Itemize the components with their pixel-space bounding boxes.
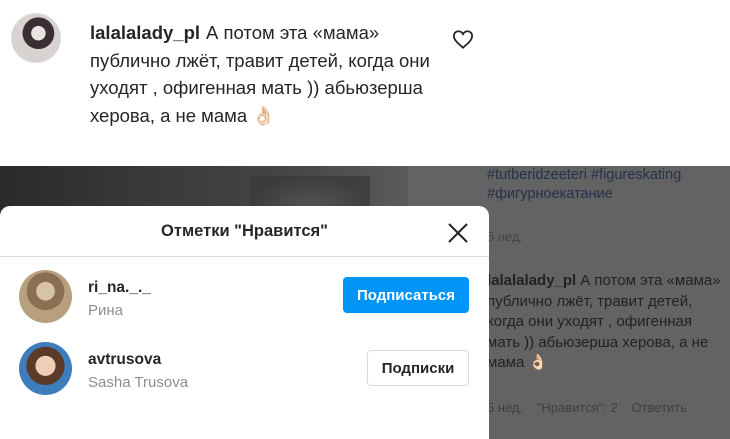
- top-comment-text: lalalalady_pl А потом эта «мама» публично…: [90, 19, 440, 129]
- top-comment-username[interactable]: lalalalady_pl: [90, 22, 200, 43]
- background-comment-meta: 5 нед. "Нравится": 2 Ответить: [487, 400, 697, 415]
- background-comment: lalalalady_pl А потом эта «мама» публично…: [487, 271, 722, 374]
- following-button[interactable]: Подписки: [367, 350, 469, 386]
- follow-button[interactable]: Подписаться: [343, 277, 469, 313]
- background-meta-likes: "Нравится": 2: [536, 400, 618, 415]
- background-meta-reply: Ответить: [631, 400, 688, 415]
- close-icon[interactable]: [446, 221, 470, 245]
- like-username[interactable]: ri_na._._: [88, 279, 151, 297]
- like-list-item: avtrusova Sasha Trusova Подписки: [0, 334, 489, 404]
- like-list-item: ri_na._._ Рина Подписаться: [0, 262, 489, 332]
- background-hashtags: #tutberidzeeteri #figureskating #фигурно…: [487, 167, 682, 202]
- background-comment-emoji: 👌🏻: [528, 354, 548, 371]
- likes-modal: Отметки "Нравится" ri_na._._ Рина Подпис…: [0, 206, 489, 439]
- heart-icon[interactable]: [452, 29, 474, 49]
- background-hashtags-time: 5 нед.: [487, 229, 524, 244]
- background-meta-time: 5 нед.: [487, 400, 524, 415]
- modal-header: Отметки "Нравится": [0, 206, 489, 257]
- like-fullname: Рина: [88, 302, 124, 319]
- avatar[interactable]: [19, 342, 72, 395]
- top-comment: lalalalady_pl А потом эта «мама» публично…: [0, 0, 730, 166]
- top-comment-emoji: 👌🏻: [252, 104, 276, 126]
- like-username[interactable]: avtrusova: [88, 351, 161, 369]
- top-comment-avatar[interactable]: [11, 13, 61, 63]
- avatar[interactable]: [19, 270, 72, 323]
- modal-title: Отметки "Нравится": [161, 222, 328, 240]
- background-comment-username: lalalalady_pl: [487, 272, 577, 289]
- like-fullname: Sasha Trusova: [88, 374, 189, 391]
